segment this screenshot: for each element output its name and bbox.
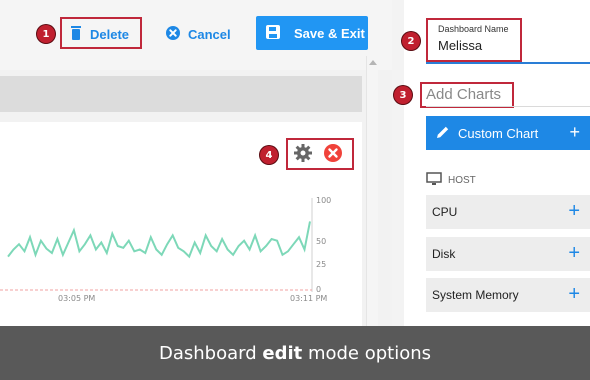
dashboard-name-input[interactable]: Melissa <box>438 38 482 53</box>
add-charts-heading: Add Charts <box>426 86 502 103</box>
custom-chart-label: Custom Chart <box>458 125 539 141</box>
delete-label: Delete <box>90 27 130 42</box>
badge-4: 4 <box>260 146 278 164</box>
badge-2: 2 <box>402 32 420 50</box>
y-tick-0: 0 <box>316 285 322 294</box>
x-tick-0311: 03:11 PM <box>290 294 328 303</box>
add-charts-underline <box>426 106 590 107</box>
gear-icon[interactable] <box>294 144 312 167</box>
host-label: HOST <box>448 175 476 186</box>
y-tick-25: 25 <box>316 260 327 269</box>
chart-header-bar <box>0 76 362 112</box>
save-exit-label: Save & Exit <box>294 25 365 41</box>
plus-icon: + <box>569 122 580 142</box>
caption-suffix: mode options <box>302 342 432 364</box>
chart-option-system-memory[interactable]: System Memory + <box>426 278 590 312</box>
caption-banner: Dashboard edit mode options <box>0 326 590 380</box>
chart-widget: 100 50 25 0 03:05 PM 03:11 PM 4 <box>0 122 362 327</box>
monitor-icon <box>426 172 442 189</box>
y-tick-50: 50 <box>316 237 327 246</box>
delete-button[interactable]: Delete <box>70 25 130 43</box>
trash-icon <box>70 25 82 43</box>
chart-option-label: Disk <box>432 247 456 261</box>
scrollbar[interactable] <box>366 56 378 328</box>
badge-1: 1 <box>37 25 55 43</box>
chart-option-cpu[interactable]: CPU + <box>426 195 590 229</box>
custom-chart-button[interactable]: Custom Chart + <box>426 116 590 150</box>
dashboard-name-underline <box>426 62 590 64</box>
save-exit-button[interactable]: Save & Exit <box>256 16 368 50</box>
save-disk-icon <box>266 24 280 42</box>
caption-bold: edit <box>262 342 303 364</box>
cancel-circle-icon <box>166 26 180 43</box>
chart-option-label: CPU <box>432 205 458 219</box>
panel-divider <box>392 0 404 380</box>
cancel-label: Cancel <box>188 27 231 42</box>
chart-option-label: System Memory <box>432 288 519 302</box>
badge-3: 3 <box>394 86 412 104</box>
dashboard-name-label: Dashboard Name <box>438 24 509 34</box>
y-tick-100: 100 <box>316 196 332 205</box>
x-tick-0305: 03:05 PM <box>58 294 96 303</box>
chart-option-disk[interactable]: Disk + <box>426 237 590 271</box>
pencil-icon <box>436 125 450 142</box>
scroll-up-arrow[interactable] <box>369 60 377 65</box>
metric-series-line <box>7 221 311 259</box>
add-plus-icon[interactable]: + <box>568 243 580 263</box>
cancel-button[interactable]: Cancel <box>166 26 231 43</box>
caption-prefix: Dashboard <box>158 342 263 364</box>
remove-chart-icon[interactable] <box>324 144 342 167</box>
host-section-header: HOST <box>426 172 476 189</box>
add-plus-icon[interactable]: + <box>568 284 580 304</box>
add-plus-icon[interactable]: + <box>568 201 580 221</box>
